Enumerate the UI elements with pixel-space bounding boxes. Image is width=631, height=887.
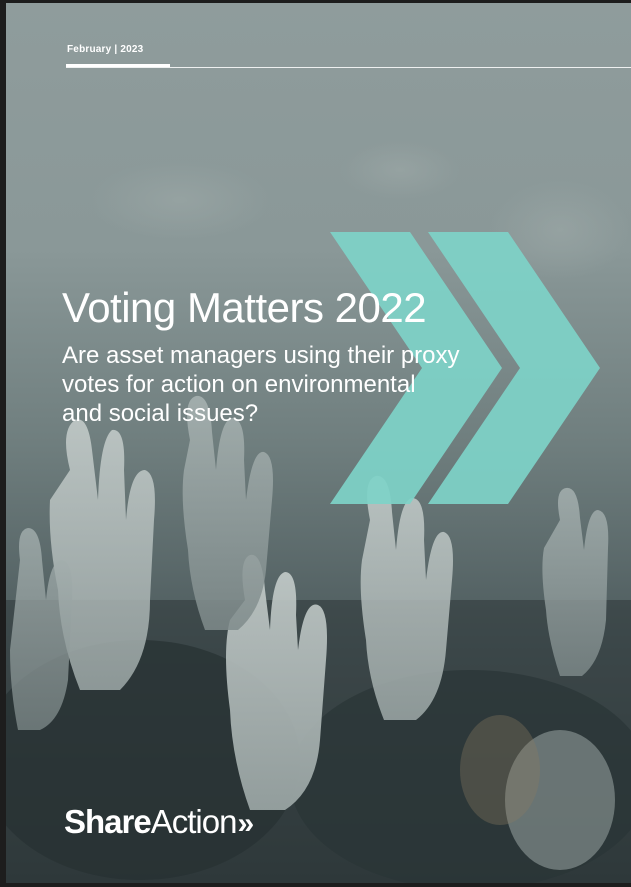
logo-arrows-icon: » xyxy=(237,807,254,840)
subtitle-line-3: and social issues? xyxy=(62,400,259,427)
logo-action: Action xyxy=(150,803,238,840)
hand-right xyxy=(360,475,453,720)
logo-share: Share xyxy=(64,803,152,840)
frame-border-top xyxy=(0,0,631,3)
subtitle-line-2: votes for action on environmental xyxy=(62,371,416,398)
frame-border-left xyxy=(0,0,6,887)
hand-far-right xyxy=(542,487,609,676)
report-subtitle: Are asset managers using their proxy vot… xyxy=(62,341,631,428)
header-rule xyxy=(66,67,631,68)
report-title: Voting Matters 2022 xyxy=(62,284,427,331)
hand-center xyxy=(182,395,273,630)
subtitle-line-1: Are asset managers using their proxy xyxy=(62,342,460,369)
shareaction-logo: ShareAction» xyxy=(64,803,254,841)
frame-border-bottom xyxy=(0,883,631,887)
report-cover: February | 2023 Voting Matters 2022 Are … xyxy=(0,0,631,887)
publication-date: February | 2023 xyxy=(67,44,144,55)
